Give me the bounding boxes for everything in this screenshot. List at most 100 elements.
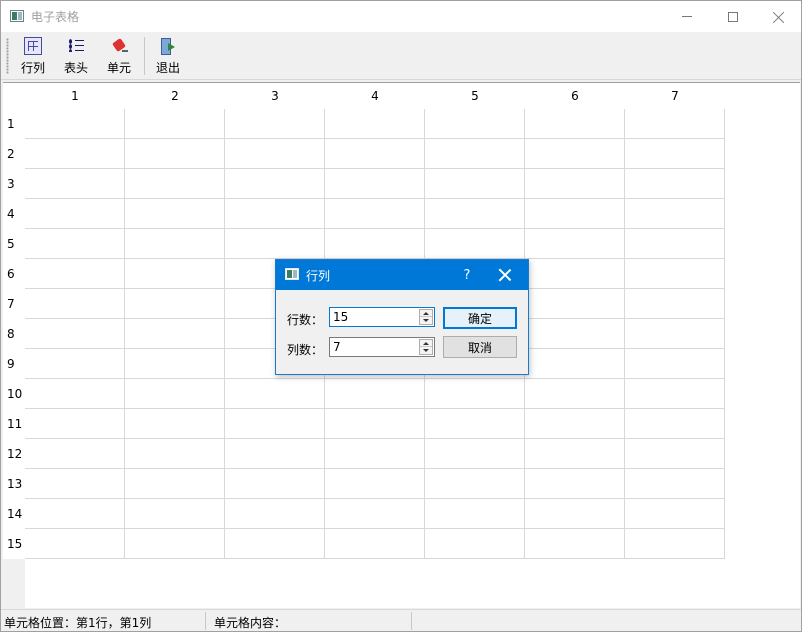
table-cell[interactable]	[25, 289, 125, 319]
table-cell[interactable]	[625, 139, 725, 169]
row-header[interactable]: 7	[3, 289, 25, 319]
toolbar-grip[interactable]	[6, 38, 9, 74]
table-cell[interactable]	[25, 469, 125, 499]
table-cell[interactable]	[525, 409, 625, 439]
table-cell[interactable]	[525, 499, 625, 529]
table-cell[interactable]	[625, 469, 725, 499]
table-cell[interactable]	[325, 229, 425, 259]
table-cell[interactable]	[525, 379, 625, 409]
close-button[interactable]	[756, 1, 801, 32]
table-cell[interactable]	[525, 139, 625, 169]
table-cell[interactable]	[25, 349, 125, 379]
table-cell[interactable]	[125, 169, 225, 199]
table-cell[interactable]	[625, 379, 725, 409]
row-header[interactable]: 1	[3, 109, 25, 139]
table-cell[interactable]	[125, 229, 225, 259]
table-cell[interactable]	[25, 169, 125, 199]
table-cell[interactable]	[625, 199, 725, 229]
table-cell[interactable]	[225, 529, 325, 559]
table-cell[interactable]	[525, 259, 625, 289]
table-cell[interactable]	[225, 409, 325, 439]
table-cell[interactable]	[425, 469, 525, 499]
table-cell[interactable]	[425, 229, 525, 259]
table-cell[interactable]	[525, 529, 625, 559]
table-cell[interactable]	[425, 529, 525, 559]
table-cell[interactable]	[325, 139, 425, 169]
table-cell[interactable]	[525, 349, 625, 379]
row-header[interactable]: 10	[3, 379, 25, 409]
table-cell[interactable]	[425, 379, 525, 409]
table-cell[interactable]	[25, 259, 125, 289]
table-cell[interactable]	[25, 379, 125, 409]
table-cell[interactable]	[425, 439, 525, 469]
table-cell[interactable]	[225, 439, 325, 469]
table-cell[interactable]	[325, 109, 425, 139]
maximize-button[interactable]	[710, 1, 756, 32]
table-cell[interactable]	[425, 499, 525, 529]
dialog-title-bar[interactable]: 行列 ?	[276, 260, 528, 290]
table-cell[interactable]	[125, 319, 225, 349]
table-cell[interactable]	[325, 499, 425, 529]
table-cell[interactable]	[525, 169, 625, 199]
row-header[interactable]: 4	[3, 199, 25, 229]
row-header[interactable]: 9	[3, 349, 25, 379]
table-cell[interactable]	[125, 289, 225, 319]
column-header[interactable]: 1	[25, 83, 125, 109]
rows-spinbox[interactable]	[329, 307, 435, 327]
table-cell[interactable]	[325, 439, 425, 469]
table-cell[interactable]	[225, 379, 325, 409]
table-cell[interactable]	[625, 169, 725, 199]
table-cell[interactable]	[25, 139, 125, 169]
cols-increment-button[interactable]	[420, 340, 432, 347]
table-cell[interactable]	[25, 109, 125, 139]
table-cell[interactable]	[225, 109, 325, 139]
cell-button[interactable]: 单元	[104, 34, 134, 78]
table-cell[interactable]	[125, 199, 225, 229]
table-cell[interactable]	[625, 409, 725, 439]
column-header[interactable]: 5	[425, 83, 525, 109]
table-cell[interactable]	[425, 199, 525, 229]
table-cell[interactable]	[625, 499, 725, 529]
table-cell[interactable]	[125, 349, 225, 379]
table-cell[interactable]	[325, 169, 425, 199]
rows-decrement-button[interactable]	[420, 317, 432, 324]
ok-button[interactable]: 确定	[443, 307, 517, 329]
table-cell[interactable]	[225, 469, 325, 499]
table-cell[interactable]	[125, 469, 225, 499]
table-cell[interactable]	[125, 139, 225, 169]
table-cell[interactable]	[425, 409, 525, 439]
table-cell[interactable]	[25, 229, 125, 259]
help-button[interactable]: ?	[452, 260, 482, 290]
table-cell[interactable]	[525, 439, 625, 469]
table-corner[interactable]	[3, 83, 25, 109]
table-cell[interactable]	[625, 439, 725, 469]
table-cell[interactable]	[125, 259, 225, 289]
table-cell[interactable]	[125, 379, 225, 409]
row-header[interactable]: 3	[3, 169, 25, 199]
cols-decrement-button[interactable]	[420, 347, 432, 354]
table-cell[interactable]	[125, 499, 225, 529]
cancel-button[interactable]: 取消	[443, 336, 517, 358]
row-header[interactable]: 11	[3, 409, 25, 439]
table-cell[interactable]	[125, 409, 225, 439]
table-cell[interactable]	[625, 229, 725, 259]
column-header[interactable]: 7	[625, 83, 725, 109]
column-header[interactable]: 2	[125, 83, 225, 109]
table-cell[interactable]	[325, 409, 425, 439]
table-cell[interactable]	[225, 169, 325, 199]
table-cell[interactable]	[525, 289, 625, 319]
table-cell[interactable]	[125, 529, 225, 559]
table-cell[interactable]	[425, 169, 525, 199]
table-cell[interactable]	[625, 109, 725, 139]
table-cell[interactable]	[25, 409, 125, 439]
row-header[interactable]: 6	[3, 259, 25, 289]
row-header[interactable]: 2	[3, 139, 25, 169]
table-cell[interactable]	[325, 529, 425, 559]
row-header[interactable]: 8	[3, 319, 25, 349]
table-cell[interactable]	[625, 349, 725, 379]
column-header[interactable]: 3	[225, 83, 325, 109]
table-cell[interactable]	[25, 319, 125, 349]
table-cell[interactable]	[125, 109, 225, 139]
table-cell[interactable]	[525, 469, 625, 499]
table-cell[interactable]	[25, 439, 125, 469]
